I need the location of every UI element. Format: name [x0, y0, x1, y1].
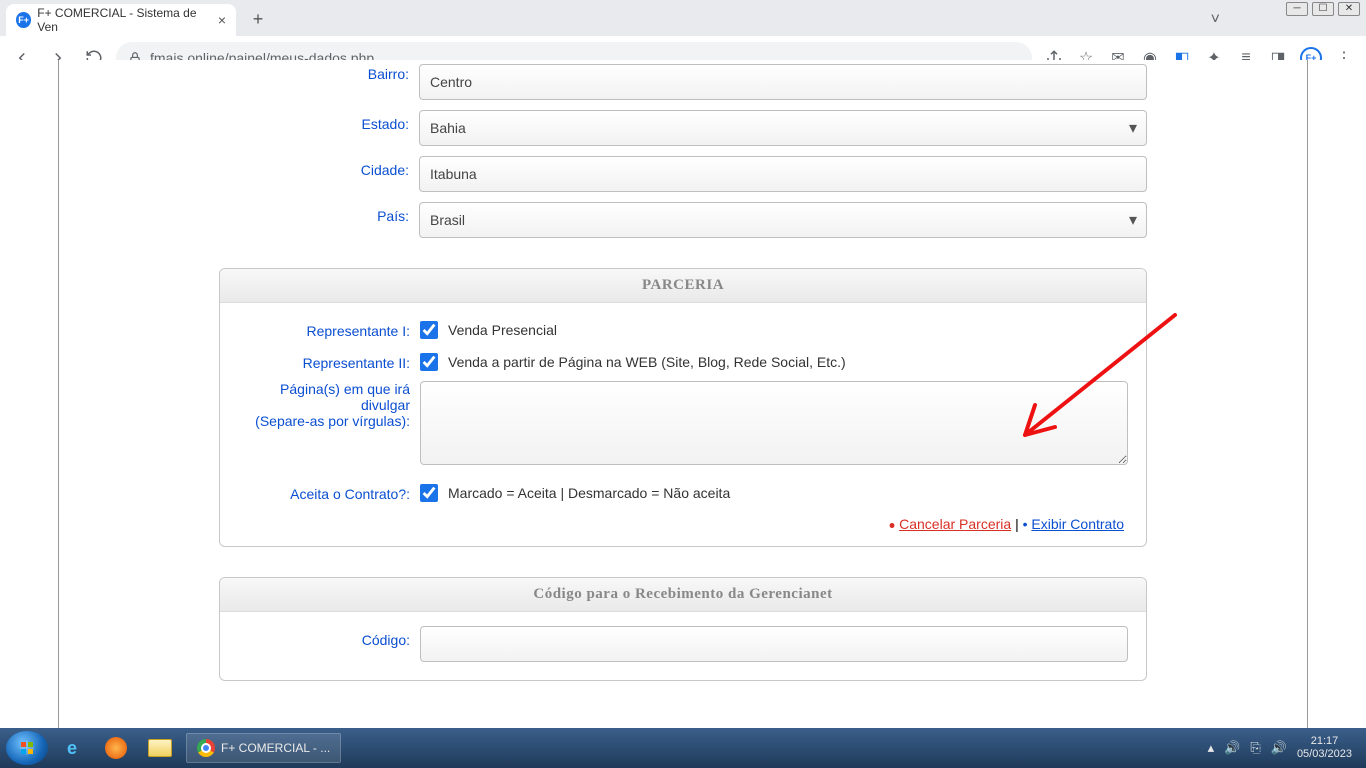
contrato-text: Marcado = Aceita | Desmarcado = Não acei…: [448, 485, 730, 501]
gerencianet-title: Código para o Recebimento da Gerencianet: [220, 578, 1146, 612]
tray-up-icon[interactable]: ▴: [1208, 740, 1215, 756]
bullet-icon: •: [1023, 516, 1028, 532]
tab-favicon-icon: F+: [16, 12, 31, 28]
actions-separator: |: [1015, 516, 1023, 532]
label-pais: País:: [219, 202, 419, 224]
label-paginas-divulgar: Página(s) em que irá divulgar (Separe-as…: [220, 381, 420, 429]
label-aceita-contrato: Aceita o Contrato?:: [220, 480, 420, 502]
win-maximize-button[interactable]: ☐: [1312, 2, 1334, 16]
bairro-input[interactable]: [419, 64, 1147, 100]
label-paginas-line3: (Separe-as por vírgulas):: [255, 413, 410, 429]
taskbar-firefox-icon[interactable]: [96, 731, 136, 765]
taskbar-explorer-icon[interactable]: [140, 731, 180, 765]
label-estado: Estado:: [219, 110, 419, 132]
new-tab-button[interactable]: +: [244, 6, 272, 34]
label-representante-2: Representante II:: [220, 349, 420, 371]
exibir-contrato-link[interactable]: Exibir Contrato: [1031, 516, 1124, 532]
tab-title: F+ COMERCIAL - Sistema de Ven: [37, 6, 212, 34]
start-button[interactable]: [6, 731, 48, 765]
bullet-icon: •: [889, 515, 895, 535]
label-cidade: Cidade:: [219, 156, 419, 178]
win-minimize-button[interactable]: ─: [1286, 2, 1308, 16]
rep1-text: Venda Presencial: [448, 322, 557, 338]
parceria-panel: PARCERIA Representante I: Venda Presenci…: [219, 268, 1147, 547]
tray-speaker2-icon[interactable]: 🔊: [1271, 740, 1287, 756]
cancelar-parceria-link[interactable]: Cancelar Parceria: [899, 516, 1011, 532]
label-representante-1: Representante I:: [220, 317, 420, 339]
tray-time-text: 21:17: [1297, 735, 1352, 748]
taskbar-ie-icon[interactable]: e: [52, 731, 92, 765]
tray-date-text: 05/03/2023: [1297, 748, 1352, 761]
taskbar: e F+ COMERCIAL - ... ▴ 🔊 ⎘ 🔊 21:17 05/03…: [0, 728, 1366, 768]
tray-clock[interactable]: 21:17 05/03/2023: [1297, 735, 1352, 761]
estado-select[interactable]: Bahia: [419, 110, 1147, 146]
tab-close-button[interactable]: ×: [218, 12, 226, 28]
page-scroll-area[interactable]: Bairro: Estado: Bahia Cidade:: [0, 60, 1366, 728]
rep1-checkbox[interactable]: [420, 321, 438, 339]
cidade-input[interactable]: [419, 156, 1147, 192]
paginas-textarea[interactable]: [420, 381, 1128, 465]
taskbar-chrome-app[interactable]: F+ COMERCIAL - ...: [186, 733, 341, 763]
browser-tab[interactable]: F+ F+ COMERCIAL - Sistema de Ven ×: [6, 4, 236, 36]
codigo-input[interactable]: [420, 626, 1128, 662]
tray-network-icon[interactable]: ⎘: [1250, 740, 1260, 756]
contrato-checkbox[interactable]: [420, 484, 438, 502]
parceria-title: PARCERIA: [220, 269, 1146, 303]
win-close-button[interactable]: ✕: [1338, 2, 1360, 16]
taskbar-app-title: F+ COMERCIAL - ...: [221, 741, 330, 755]
rep2-text: Venda a partir de Página na WEB (Site, B…: [448, 354, 846, 370]
tray-speaker1-icon[interactable]: 🔊: [1224, 740, 1240, 756]
pais-select[interactable]: Brasil: [419, 202, 1147, 238]
rep2-checkbox[interactable]: [420, 353, 438, 371]
label-paginas-line2: divulgar: [361, 397, 410, 413]
label-paginas-line1: Página(s) em que irá: [280, 381, 410, 397]
label-codigo: Código:: [220, 626, 420, 648]
gerencianet-panel: Código para o Recebimento da Gerencianet…: [219, 577, 1147, 681]
label-bairro: Bairro:: [219, 64, 419, 82]
